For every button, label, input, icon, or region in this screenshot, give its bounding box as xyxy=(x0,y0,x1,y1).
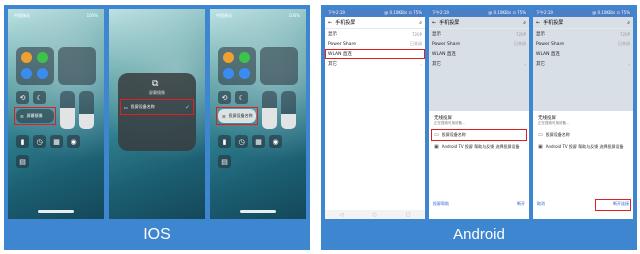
connectivity-tile[interactable] xyxy=(16,47,54,85)
back-icon[interactable]: ← xyxy=(536,20,540,26)
shortcut-row: ▮ ◷ ▦ ◉ xyxy=(16,135,80,148)
android-caption: Android xyxy=(453,226,505,243)
ios-mirroring-popup-screen: ⧉ 屏幕镜像 ▭ 投屏设备名称 ✓ xyxy=(109,9,205,219)
bluetooth-icon[interactable] xyxy=(37,68,48,79)
settings-row-other[interactable]: 其它 › xyxy=(325,59,425,69)
chevron-right-icon: › xyxy=(420,61,422,67)
cast-bottom-sheet: 无线投屏 正在搜索可用设备… ▭ 投屏设备名称 ▣ Android TV 投屏 … xyxy=(533,111,633,219)
flashlight-icon[interactable]: ▮ xyxy=(16,135,29,148)
highlight-device xyxy=(120,99,194,115)
camera-icon[interactable]: ◉ xyxy=(269,135,282,148)
cast-help-item[interactable]: ▣ Android TV 投屏 帮助与反馈 选择投屏设备 xyxy=(434,144,524,150)
rotation-lock-icon[interactable]: ⟲ xyxy=(16,91,29,104)
screen-mirroring-popup: ⧉ 屏幕镜像 ▭ 投屏设备名称 ✓ xyxy=(118,73,196,151)
tv-icon: ▣ xyxy=(434,144,439,150)
highlight-mirroring xyxy=(216,107,258,125)
camera-icon[interactable]: ◉ xyxy=(67,135,80,148)
music-tile[interactable] xyxy=(260,47,298,85)
android-nav-bar: ◁ ○ □ xyxy=(325,210,425,219)
brightness-slider[interactable] xyxy=(60,91,75,129)
settings-row-display[interactable]: 显示 720P xyxy=(325,29,425,39)
airplane-icon[interactable] xyxy=(21,52,32,63)
cast-icon: ▭ xyxy=(538,132,543,138)
back-icon[interactable]: ← xyxy=(328,20,332,26)
cast-device-item[interactable]: ▭ 投屏设备名称 xyxy=(431,129,527,141)
search-icon[interactable]: ⌕ xyxy=(523,20,526,26)
cast-help-item[interactable]: ▣ Android TV 投屏 帮助与反馈 选择投屏设备 xyxy=(538,144,628,150)
chevron-right-icon: › xyxy=(524,61,526,67)
moon-icon[interactable]: ☾ xyxy=(33,91,46,104)
brightness-slider[interactable] xyxy=(262,91,277,129)
cellular-icon[interactable] xyxy=(239,52,250,63)
back-icon[interactable]: ← xyxy=(432,20,436,26)
android-status-bar: 下午2:19 @ 0.10KB/s ⊡ 75% xyxy=(325,9,425,17)
remote-icon[interactable]: ▤ xyxy=(16,155,29,168)
calculator-icon[interactable]: ▦ xyxy=(252,135,265,148)
volume-slider[interactable] xyxy=(79,91,94,129)
volume-slider[interactable] xyxy=(281,91,296,129)
connectivity-tile[interactable] xyxy=(218,47,256,85)
chevron-right-icon: › xyxy=(628,61,630,67)
android-header: ← 手机投屏 ⌕ xyxy=(325,17,425,29)
android-cast-connected-screen: 下午2:19 @ 0.10KB/s ⊡ 75% ← 手机投屏 ⌕ 显示 720P… xyxy=(533,9,633,219)
settings-row-wlan-direct[interactable]: WLAN 直连 xyxy=(325,49,425,59)
search-icon[interactable]: ⌕ xyxy=(627,20,630,26)
ios-panel: 中国移动 100% ⟲ ☾ ☰ 屏幕镜像 ▮ ◷ ▦ ◉ ▤ ⧉ 屏幕镜像 ▭ … xyxy=(4,5,310,250)
home-indicator[interactable] xyxy=(240,210,276,213)
home-nav-icon[interactable]: ○ xyxy=(372,212,376,218)
settings-row-power-share[interactable]: Power Share 已关闭 xyxy=(325,39,425,49)
recents-nav-icon[interactable]: □ xyxy=(406,212,411,218)
wifi-icon[interactable] xyxy=(21,68,32,79)
moon-icon[interactable]: ☾ xyxy=(235,91,248,104)
android-cast-sheet-screen: 下午2:19 @ 0.10KB/s ⊡ 75% ← 手机投屏 ⌕ 显示 720P… xyxy=(429,9,529,219)
home-indicator[interactable] xyxy=(38,210,74,213)
cast-bottom-sheet: 无线投屏 正在搜索可用设备… ▭ 投屏设备名称 ▣ Android TV 投屏 … xyxy=(429,111,529,219)
screen-mirroring-icon: ⧉ xyxy=(152,79,159,89)
bluetooth-icon[interactable] xyxy=(239,68,250,79)
flashlight-icon[interactable]: ▮ xyxy=(218,135,231,148)
ios-status-bar: 中国移动 100% xyxy=(14,13,98,18)
ios-caption: IOS xyxy=(143,226,171,243)
tv-icon: ▣ xyxy=(538,144,543,150)
disconnect-button[interactable]: 断开 xyxy=(517,201,525,207)
airplane-icon[interactable] xyxy=(223,52,234,63)
wifi-icon[interactable] xyxy=(223,68,234,79)
search-icon[interactable]: ⌕ xyxy=(419,20,422,26)
ios-control-center-screen-2: 中国移动 100% ⟲ ☾ ☰ 投屏设备名称 ▮ ◷ ▦ ◉ ▤ xyxy=(210,9,306,219)
music-tile[interactable] xyxy=(58,47,96,85)
remote-icon[interactable]: ▤ xyxy=(218,155,231,168)
highlight-mirroring xyxy=(14,107,56,125)
rotation-lock-icon[interactable]: ⟲ xyxy=(218,91,231,104)
timer-icon[interactable]: ◷ xyxy=(33,135,46,148)
highlight-wlan-direct xyxy=(325,49,425,59)
cancel-button[interactable]: 取消 xyxy=(537,201,545,207)
lock-dnd-row: ⟲ ☾ xyxy=(16,91,46,104)
ios-control-center-screen-1: 中国移动 100% ⟲ ☾ ☰ 屏幕镜像 ▮ ◷ ▦ ◉ ▤ xyxy=(8,9,104,219)
highlight-disconnect xyxy=(595,199,631,211)
help-button[interactable]: 投屏帮助 xyxy=(433,201,449,207)
android-panel: 下午2:19 @ 0.10KB/s ⊡ 75% ← 手机投屏 ⌕ 显示 720P… xyxy=(321,5,637,250)
android-settings-screen: 下午2:19 @ 0.10KB/s ⊡ 75% ← 手机投屏 ⌕ 显示 720P… xyxy=(325,9,425,219)
back-nav-icon[interactable]: ◁ xyxy=(340,212,344,218)
calculator-icon[interactable]: ▦ xyxy=(50,135,63,148)
highlight-device xyxy=(431,129,527,141)
timer-icon[interactable]: ◷ xyxy=(235,135,248,148)
cast-device-item[interactable]: ▭ 投屏设备名称 xyxy=(538,132,628,138)
cellular-icon[interactable] xyxy=(37,52,48,63)
